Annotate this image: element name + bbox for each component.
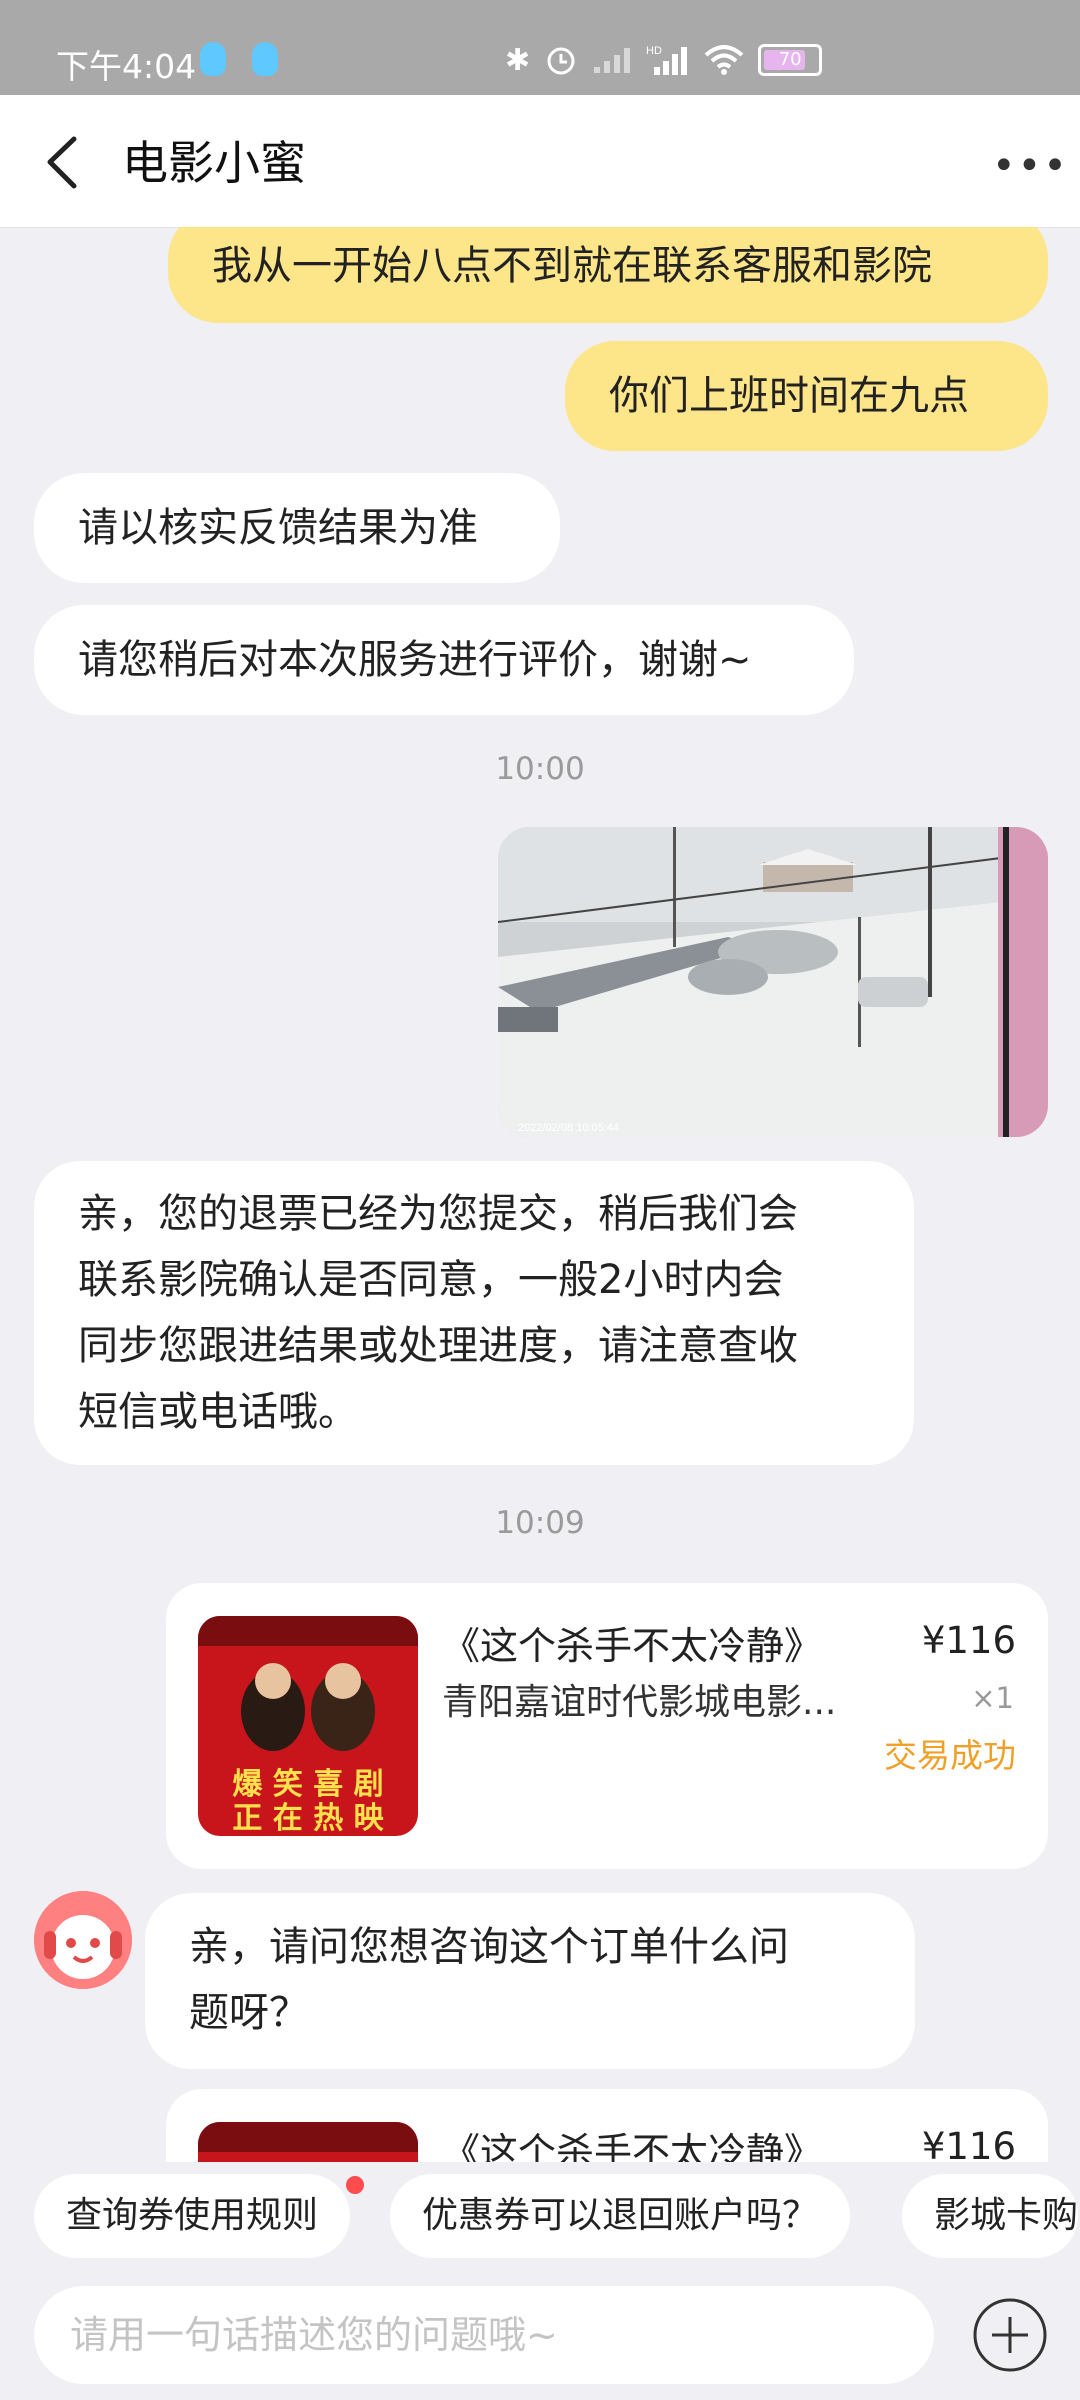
input-placeholder: 请用一句话描述您的问题哦~ — [70, 2313, 558, 2357]
message-input[interactable]: 请用一句话描述您的问题哦~ — [34, 2286, 934, 2384]
order-quantity: ×1 — [971, 1681, 1014, 1715]
svg-text:HD: HD — [646, 45, 662, 57]
quick-reply-chip[interactable]: 优惠券可以退回账户吗？ — [390, 2174, 851, 2258]
message-bubble-in[interactable]: 亲，请问您想咨询这个订单什么问 题呀？ — [145, 1893, 915, 2069]
quick-reply-chip[interactable]: 影城卡购 — [902, 2174, 1079, 2258]
notification-dot — [346, 2176, 364, 2194]
movie-title: 《这个杀手不太冷静》 — [442, 2130, 823, 2162]
timestamp: 10:09 — [495, 1505, 585, 1541]
movie-poster — [198, 2122, 418, 2162]
bluetooth-icon: ✱ — [505, 42, 531, 78]
qq-icon — [252, 42, 278, 76]
message-text: 请您稍后对本次服务进行评价，谢谢~ — [78, 637, 752, 683]
back-arrow-icon[interactable] — [40, 135, 90, 190]
plus-icon[interactable] — [972, 2297, 1048, 2373]
message-line: 同步您跟进结果或处理进度，请注意查收 — [78, 1323, 798, 1369]
order-price: ¥116 — [921, 1619, 1016, 1662]
qq-icon — [200, 42, 226, 76]
hd-signal-icon: HD — [646, 45, 688, 75]
bot-avatar[interactable] — [34, 1891, 132, 1989]
status-time: 下午4:04 — [56, 47, 197, 86]
order-price: ¥116 — [921, 2125, 1016, 2162]
message-line: 亲，请问您想咨询这个订单什么问 — [189, 1924, 789, 1970]
message-line: 亲，您的退票已经为您提交，稍后我们会 — [78, 1191, 798, 1237]
message-line: 联系影院确认是否同意，一般2小时内会 — [78, 1257, 784, 1303]
chip-label: 影城卡购 — [934, 2195, 1079, 2236]
message-bubble-out[interactable]: 我从一开始八点不到就在联系客服和影院 — [168, 227, 1048, 323]
message-bubble-in[interactable]: 请以核实反馈结果为准 — [34, 473, 560, 583]
message-bubble-in[interactable]: 请您稍后对本次服务进行评价，谢谢~ — [34, 605, 854, 715]
order-status: 交易成功 — [884, 1736, 1016, 1775]
battery-level: 70 — [778, 49, 802, 70]
cinema-name: 青阳嘉谊时代影城电影... — [442, 1682, 837, 1723]
quick-reply-chip[interactable]: 查询券使用规则 — [34, 2174, 351, 2258]
chip-label: 查询券使用规则 — [66, 2195, 319, 2236]
page-title: 电影小蜜 — [122, 136, 306, 190]
snow-scene-photo: 2022/02/08 10:05:44 — [498, 827, 1048, 1137]
alarm-icon — [547, 47, 575, 75]
status-bar: 下午4:04 ✱ HD 70 — [0, 0, 1080, 95]
chip-label: 优惠券可以退回账户吗？ — [422, 2195, 819, 2236]
order-card[interactable]: 爆 笑 喜 剧 正 在 热 映 《这个杀手不太冷静》 青阳嘉谊时代影城电影...… — [166, 1583, 1048, 1869]
more-options-icon[interactable]: ••• — [992, 143, 1069, 189]
chat-area[interactable]: 我从一开始八点不到就在联系客服和影院 你们上班时间在九点 请以核实反馈结果为准 … — [0, 227, 1080, 2162]
image-message[interactable]: 2022/02/08 10:05:44 — [498, 827, 1048, 1137]
message-line: 题呀？ — [189, 1990, 309, 2036]
status-icons: ✱ HD 70 — [505, 40, 823, 80]
message-line: 短信或电话哦。 — [78, 1389, 358, 1435]
poster-line: 爆 笑 喜 剧 — [232, 1767, 383, 1802]
message-bubble-out[interactable]: 你们上班时间在九点 — [565, 341, 1048, 451]
signal-icon — [594, 48, 631, 73]
message-text: 请以核实反馈结果为准 — [78, 505, 478, 551]
photo-timestamp: 2022/02/08 10:05:44 — [518, 1122, 619, 1134]
poster-line: 正 在 热 映 — [232, 1801, 383, 1836]
quick-reply-bar: 查询券使用规则 优惠券可以退回账户吗？ 影城卡购 — [0, 2162, 1080, 2274]
message-text: 你们上班时间在九点 — [609, 373, 969, 419]
timestamp: 10:00 — [495, 751, 585, 787]
movie-poster: 爆 笑 喜 剧 正 在 热 映 — [198, 1616, 418, 1836]
message-bubble-in[interactable]: 亲，您的退票已经为您提交，稍后我们会 联系影院确认是否同意，一般2小时内会 同步… — [34, 1161, 914, 1465]
wifi-icon — [704, 45, 744, 75]
order-card[interactable]: 《这个杀手不太冷静》 ¥116 — [166, 2089, 1048, 2162]
movie-title: 《这个杀手不太冷静》 — [442, 1624, 823, 1668]
nav-bar: 电影小蜜 ••• — [0, 95, 1080, 228]
message-text: 我从一开始八点不到就在联系客服和影院 — [212, 243, 932, 289]
battery-icon: 70 — [758, 44, 823, 76]
input-bar: 请用一句话描述您的问题哦~ — [0, 2274, 1080, 2400]
